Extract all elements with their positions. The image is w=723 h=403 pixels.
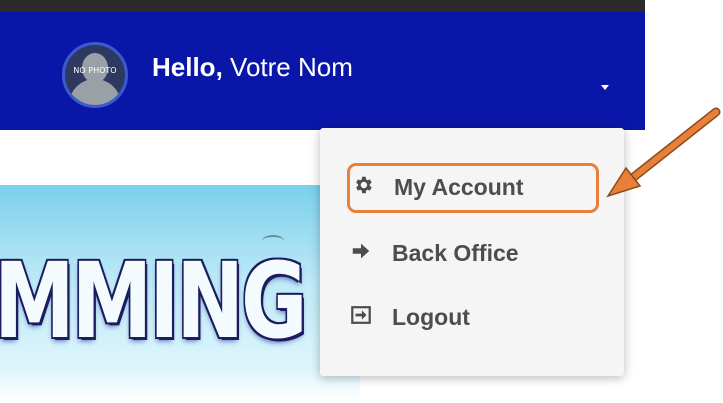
menu-item-label: Logout [392, 303, 470, 330]
menu-item-back-office[interactable]: Back Office [348, 230, 519, 276]
arrow-right-icon [348, 240, 374, 267]
menu-item-logout[interactable]: Logout [348, 294, 470, 340]
menu-item-label: My Account [394, 173, 524, 200]
user-greeting[interactable]: Hello, Votre Nom [152, 52, 353, 82]
swimming-banner-image: MMING [0, 185, 360, 403]
greeting-user-name: Votre Nom [230, 52, 353, 82]
menu-item-label: Back Office [392, 239, 519, 266]
greeting-hello: Hello, [152, 52, 223, 82]
user-dropdown-menu: My Account Back Office Logout [320, 128, 624, 376]
avatar-placeholder-text: NO PHOTO [73, 66, 117, 75]
chevron-down-icon[interactable] [601, 85, 609, 90]
banner-headline: MMING [0, 240, 308, 362]
page: NO PHOTO Hello, Votre Nom MMING My Accou… [0, 0, 723, 403]
avatar[interactable]: NO PHOTO [62, 42, 128, 108]
avatar-body-silhouette [69, 79, 121, 105]
menu-item-my-account[interactable]: My Account [350, 164, 524, 210]
top-strip [0, 0, 645, 12]
gear-icon [350, 174, 376, 201]
banner-footer-strip [0, 371, 360, 403]
logout-icon [348, 304, 374, 331]
